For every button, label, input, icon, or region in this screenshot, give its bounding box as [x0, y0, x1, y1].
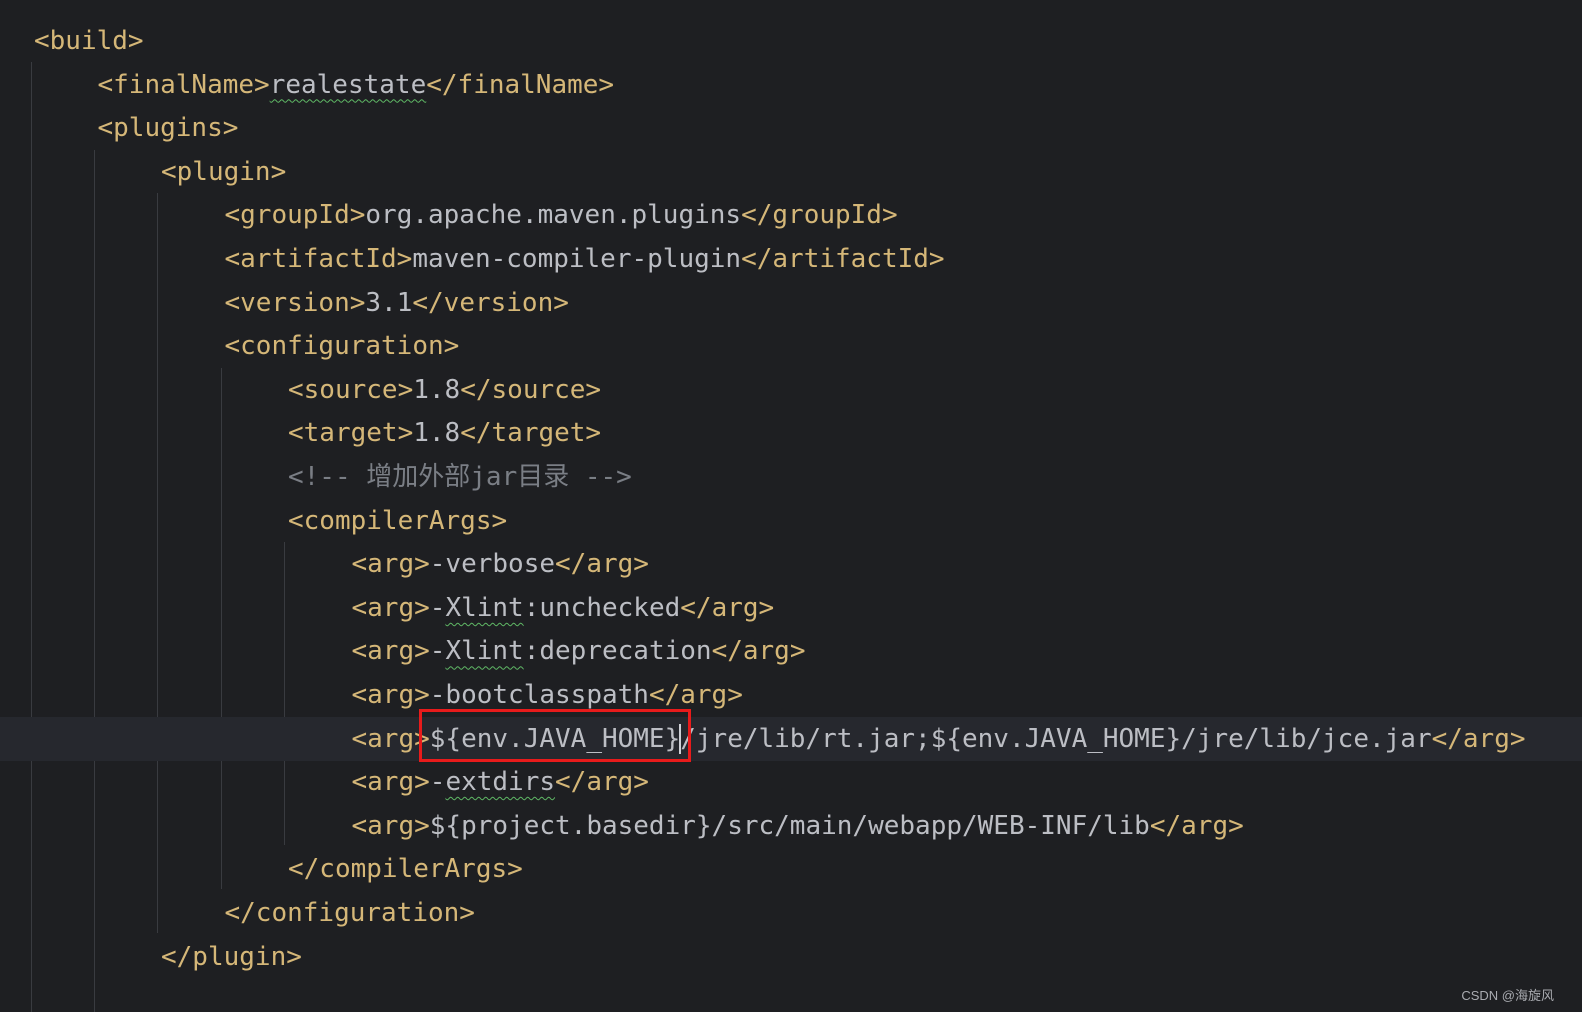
xml-text: realestate [269, 69, 427, 100]
xml-text: - [429, 636, 446, 667]
xml-text: ${project.basedir}/src/main/webapp/WEB-I… [429, 810, 1150, 841]
xml-tag: <arg> [351, 592, 430, 623]
xml-tag: </arg> [1431, 723, 1526, 754]
code-line[interactable]: <target>1.8</target> [0, 411, 1582, 455]
code-line[interactable]: <artifactId>maven-compiler-plugin</artif… [0, 237, 1582, 281]
code-line[interactable]: <arg>-bootclasspath</arg> [0, 673, 1582, 717]
code-line[interactable]: <compilerArgs> [0, 499, 1582, 543]
xml-tag: <configuration> [224, 331, 460, 362]
xml-tag: <plugin> [161, 156, 287, 187]
xml-text: org.apache.maven.plugins [365, 200, 742, 231]
xml-tag: </configuration> [224, 898, 475, 928]
xml-tag: <arg> [351, 767, 430, 798]
xml-text: 1.8 [413, 374, 461, 405]
watermark: CSDN @海旋风 [1461, 988, 1554, 1003]
xml-tag: <arg> [351, 680, 430, 710]
xml-tag: </arg> [1149, 810, 1244, 841]
code-line[interactable]: <version>3.1</version> [0, 281, 1582, 325]
xml-tag: <plugins> [97, 113, 239, 144]
xml-text: 3.1 [365, 287, 413, 318]
xml-tag: </artifactId> [741, 244, 945, 274]
code-line[interactable]: <plugins> [0, 106, 1582, 150]
code-line[interactable]: </plugin> [0, 935, 1582, 979]
xml-text: - [429, 592, 446, 623]
code-line[interactable]: <build> [0, 19, 1582, 63]
xml-tag: <target> [288, 418, 414, 449]
code-editor[interactable]: <build> <finalName>realestate</finalName>… [0, 0, 1582, 1012]
xml-tag: <finalName> [97, 69, 270, 100]
code-line[interactable]: <arg>-extdirs</arg> [0, 760, 1582, 804]
xml-tag: </plugin> [161, 941, 302, 972]
xml-text: ${env.JAVA_HOME} [429, 723, 681, 754]
xml-tag: <arg> [351, 636, 430, 667]
xml-comment: <!-- 增加外部jar目录 --> [288, 462, 632, 492]
xml-tag: <arg> [351, 810, 430, 841]
xml-tag: <arg> [351, 723, 430, 754]
xml-tag: </version> [412, 287, 569, 318]
xml-text: maven-compiler-plugin [412, 244, 742, 274]
code-line[interactable]: <arg>-verbose</arg> [0, 542, 1582, 586]
xml-tag: <source> [288, 374, 414, 405]
xml-tag: </source> [460, 374, 602, 405]
xml-tag: <artifactId> [224, 244, 413, 274]
code-line[interactable]: <arg>${project.basedir}/src/main/webapp/… [0, 804, 1582, 848]
xml-tag: </arg> [680, 592, 775, 623]
xml-tag: </finalName> [426, 69, 615, 100]
code-line[interactable]: </compilerArgs> [0, 847, 1582, 891]
xml-text: - [429, 767, 446, 798]
xml-tag: </arg> [711, 636, 806, 667]
code-line[interactable]: <finalName>realestate</finalName> [0, 63, 1582, 107]
code-line[interactable]: <!-- 增加外部jar目录 --> [0, 455, 1582, 499]
code-line[interactable]: <plugin> [0, 150, 1582, 194]
code-line[interactable]: <groupId>org.apache.maven.plugins</group… [0, 193, 1582, 237]
xml-tag: </arg> [555, 549, 649, 580]
xml-text: extdirs [445, 767, 556, 798]
xml-tag: <groupId> [224, 200, 366, 231]
code-line[interactable]: <configuration> [0, 324, 1582, 368]
xml-text: :deprecation [523, 636, 712, 667]
xml-tag: </target> [460, 418, 602, 449]
xml-tag: <build> [34, 26, 144, 56]
xml-text: 1.8 [413, 418, 461, 449]
xml-text: Xlint [445, 592, 524, 623]
xml-text: Xlint [445, 636, 524, 667]
xml-tag: <arg> [351, 549, 430, 580]
code-line[interactable]: <source>1.8</source> [0, 368, 1582, 412]
xml-text: /jre/lib/rt.jar;${env.JAVA_HOME}/jre/lib… [680, 723, 1432, 754]
code-line[interactable]: <arg>-Xlint:deprecation</arg> [0, 629, 1582, 673]
code-line[interactable]: </configuration> [0, 891, 1582, 935]
xml-tag: </arg> [648, 680, 743, 710]
code-line-current[interactable]: <arg>${env.JAVA_HOME}/jre/lib/rt.jar;${e… [0, 716, 1582, 761]
xml-tag: </groupId> [741, 200, 898, 231]
xml-tag: </compilerArgs> [288, 854, 523, 885]
xml-text: :unchecked [523, 592, 681, 623]
code-line[interactable]: <arg>-Xlint:unchecked</arg> [0, 586, 1582, 630]
xml-tag: <compilerArgs> [288, 505, 508, 536]
xml-tag: </arg> [555, 767, 649, 798]
xml-tag: <version> [224, 287, 366, 318]
xml-text: -bootclasspath [429, 680, 649, 710]
xml-text: -verbose [429, 549, 556, 580]
